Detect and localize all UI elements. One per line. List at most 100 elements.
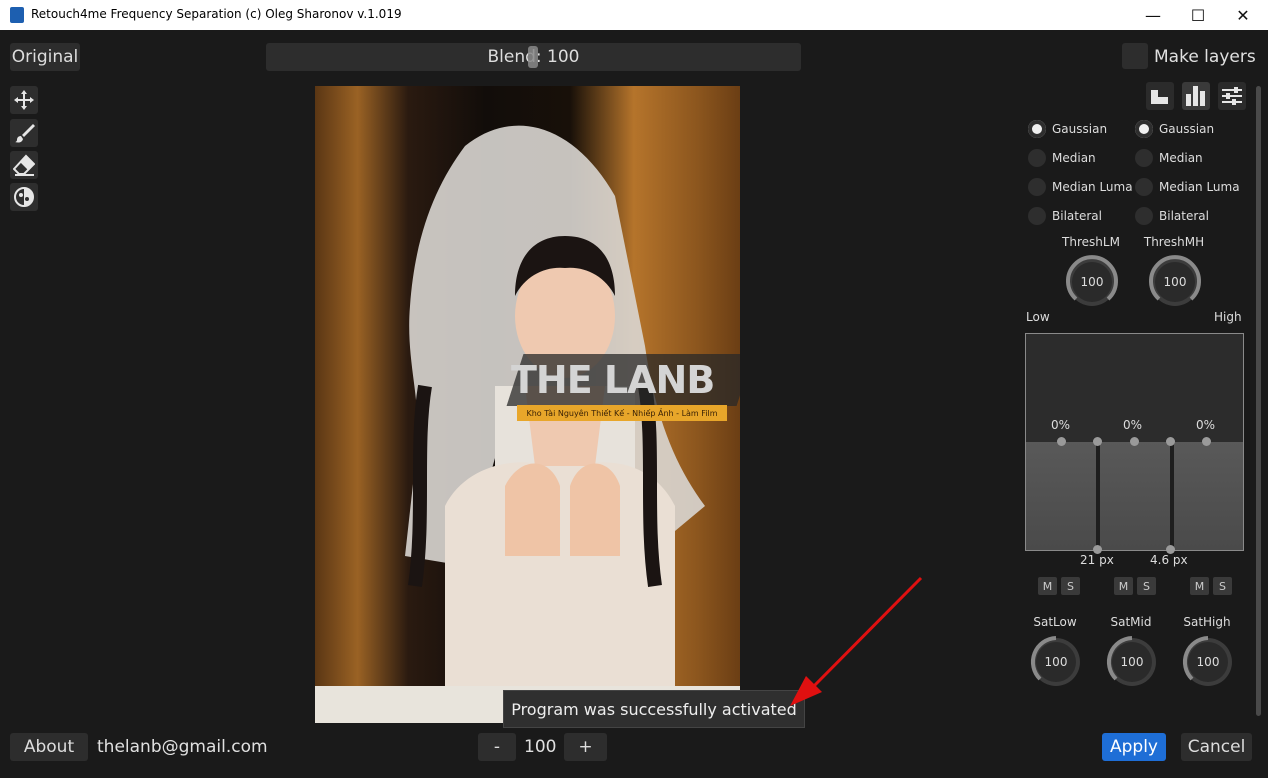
mid-band-percent: 0% — [1123, 418, 1143, 432]
low-label: Low — [1026, 310, 1050, 324]
radio-right-median-luma[interactable] — [1135, 178, 1153, 196]
filter-right-median[interactable]: Median — [1135, 149, 1203, 167]
make-layers-checkbox[interactable] — [1122, 43, 1148, 69]
low-band-handle[interactable] — [1057, 437, 1066, 446]
split2-label: 4.6 px — [1150, 553, 1188, 567]
filter-left-median[interactable]: Median — [1028, 149, 1096, 167]
split1-label: 21 px — [1080, 553, 1114, 567]
blend-slider[interactable]: Blend: 100 — [266, 43, 801, 71]
thresh-lm-value: 100 — [1080, 275, 1104, 289]
low-mute-button[interactable]: M — [1038, 577, 1057, 595]
filter-label: Gaussian — [1052, 122, 1108, 136]
blend-slider-handle[interactable] — [528, 46, 538, 68]
close-button[interactable]: ✕ — [1220, 0, 1266, 30]
window-title: Retouch4me Frequency Separation (c) Oleg… — [31, 7, 402, 21]
filter-right-median-luma[interactable]: Median Luma — [1135, 178, 1240, 196]
sat-low-value: 100 — [1044, 655, 1068, 669]
title-bar: Retouch4me Frequency Separation (c) Oleg… — [0, 0, 1268, 30]
watermark-title: THE LANB — [511, 358, 715, 402]
sat-mid-knob[interactable]: 100 — [1104, 634, 1160, 690]
radio-right-gaussian[interactable] — [1135, 120, 1153, 138]
high-band-slider[interactable] — [1174, 442, 1243, 550]
app-icon — [10, 7, 24, 23]
image-preview[interactable]: THE LANB Kho Tài Nguyên Thiết Kế - Nhiếp… — [315, 86, 740, 723]
frequency-editor[interactable]: 0% 0% 0% — [1025, 333, 1244, 554]
thresh-mh-knob[interactable]: 100 — [1147, 254, 1203, 310]
filter-left-bilateral[interactable]: Bilateral — [1028, 207, 1102, 225]
sat-mid-label: SatMid — [1110, 615, 1152, 629]
filter-label: Median — [1159, 151, 1203, 165]
activation-toast: Program was successfully activated — [503, 690, 805, 728]
mid-band-handle[interactable] — [1130, 437, 1139, 446]
radio-left-gaussian[interactable] — [1028, 120, 1046, 138]
sat-low-knob[interactable]: 100 — [1028, 634, 1084, 690]
maximize-button[interactable]: ☐ — [1175, 0, 1221, 30]
original-button[interactable]: Original — [10, 43, 80, 71]
minimize-button[interactable]: — — [1130, 0, 1176, 30]
bar-chart-icon — [1151, 90, 1168, 104]
settings-button[interactable] — [1218, 82, 1246, 110]
apply-button[interactable]: Apply — [1102, 733, 1166, 761]
thresh-mh-value: 100 — [1163, 275, 1187, 289]
histogram-icon — [1186, 86, 1205, 106]
watermark-subtitle: Kho Tài Nguyên Thiết Kế - Nhiếp Ảnh - Là… — [517, 405, 727, 421]
sat-mid-value: 100 — [1120, 655, 1144, 669]
filter-label: Median Luma — [1052, 180, 1133, 194]
panel-scrollbar[interactable] — [1256, 86, 1261, 716]
mid-band-slider[interactable] — [1100, 442, 1170, 550]
filter-label: Gaussian — [1159, 122, 1215, 136]
email-label: thelanb@gmail.com — [97, 737, 268, 757]
high-band-handle[interactable] — [1202, 437, 1211, 446]
eraser-tool[interactable] — [10, 151, 38, 179]
thresh-lm-knob[interactable]: 100 — [1064, 254, 1120, 310]
low-band-percent: 0% — [1051, 418, 1071, 432]
high-mute-button[interactable]: M — [1190, 577, 1209, 595]
low-solo-button[interactable]: S — [1061, 577, 1080, 595]
layout-single-button[interactable] — [1146, 82, 1174, 110]
radio-left-median-luma[interactable] — [1028, 178, 1046, 196]
mid-mute-button[interactable]: M — [1114, 577, 1133, 595]
filter-label: Median — [1052, 151, 1096, 165]
sliders-icon — [1222, 87, 1242, 105]
zoom-in-button[interactable]: + — [564, 733, 607, 761]
cancel-button[interactable]: Cancel — [1181, 733, 1252, 761]
histogram-button[interactable] — [1182, 82, 1210, 110]
filter-left-median-luma[interactable]: Median Luma — [1028, 178, 1133, 196]
band-divider — [1170, 442, 1174, 550]
filter-label: Median Luma — [1159, 180, 1240, 194]
thresh-lm-label: ThreshLM — [1062, 235, 1120, 249]
thresh-mh-label: ThreshMH — [1143, 235, 1205, 249]
radio-left-bilateral[interactable] — [1028, 207, 1046, 225]
sat-low-label: SatLow — [1033, 615, 1077, 629]
about-button[interactable]: About — [10, 733, 88, 761]
split-handle[interactable] — [1166, 437, 1175, 446]
zoom-out-button[interactable]: - — [478, 733, 516, 761]
radio-right-bilateral[interactable] — [1135, 207, 1153, 225]
filter-right-gaussian[interactable]: Gaussian — [1135, 120, 1214, 138]
sat-high-label: SatHigh — [1183, 615, 1231, 629]
low-band-slider[interactable] — [1026, 442, 1096, 550]
watermark: THE LANB Kho Tài Nguyên Thiết Kế - Nhiếp… — [505, 354, 740, 424]
radio-right-median[interactable] — [1135, 149, 1153, 167]
high-label: High — [1214, 310, 1242, 324]
high-solo-button[interactable]: S — [1213, 577, 1232, 595]
radio-left-median[interactable] — [1028, 149, 1046, 167]
make-layers-label: Make layers — [1154, 47, 1256, 67]
filter-label: Bilateral — [1159, 209, 1209, 223]
filter-right-bilateral[interactable]: Bilateral — [1135, 207, 1209, 225]
zoom-value: 100 — [524, 737, 557, 757]
brush-tool[interactable] — [10, 119, 38, 147]
move-tool[interactable] — [10, 86, 38, 114]
sat-high-knob[interactable]: 100 — [1180, 634, 1236, 690]
move-icon — [14, 90, 34, 110]
sat-high-value: 100 — [1196, 655, 1220, 669]
filter-left-gaussian[interactable]: Gaussian — [1028, 120, 1107, 138]
split-handle[interactable] — [1093, 437, 1102, 446]
contrast-icon — [14, 187, 34, 207]
eraser-icon — [13, 154, 35, 176]
fill-tool[interactable] — [10, 183, 38, 211]
high-band-percent: 0% — [1196, 418, 1216, 432]
band-divider — [1096, 442, 1100, 550]
mid-solo-button[interactable]: S — [1137, 577, 1156, 595]
filter-label: Bilateral — [1052, 209, 1102, 223]
